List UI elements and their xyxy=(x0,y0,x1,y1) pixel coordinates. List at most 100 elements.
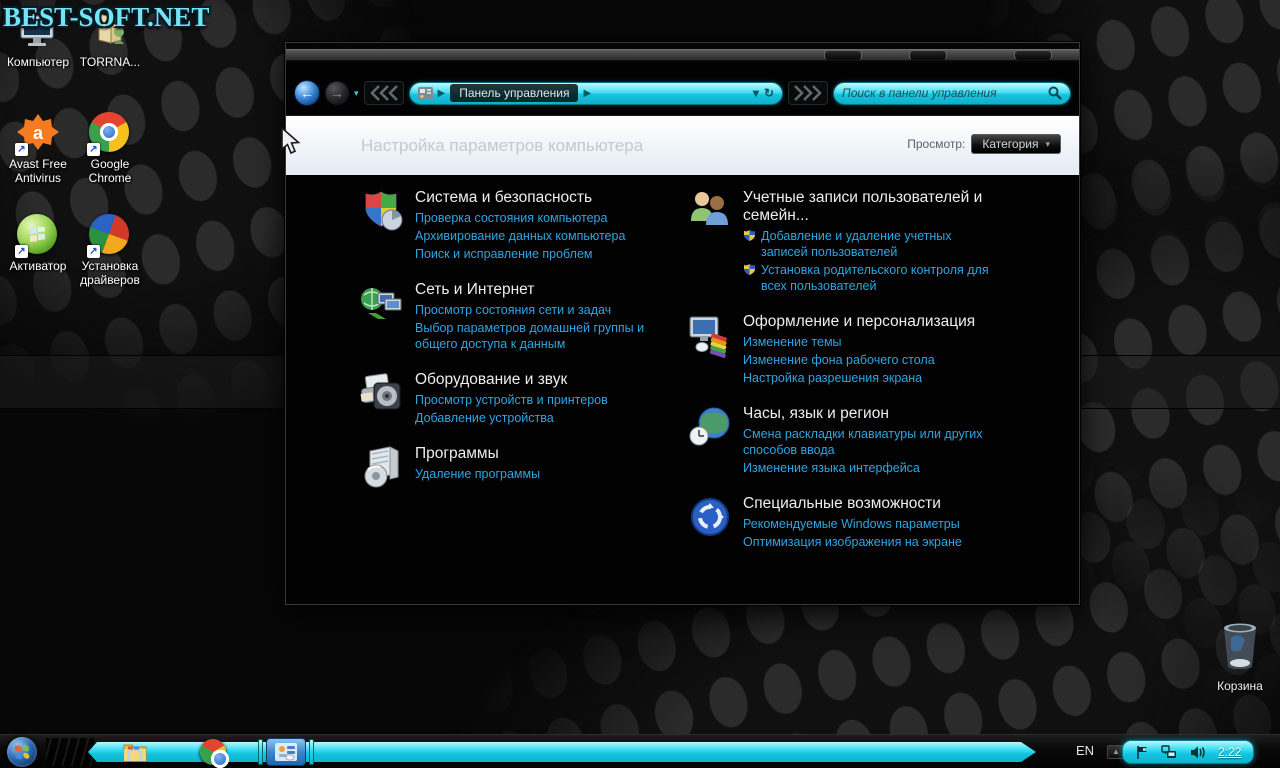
uac-shield-icon xyxy=(744,264,755,275)
category-link[interactable]: Добавление устройства xyxy=(415,410,667,426)
folder-icon xyxy=(123,744,147,762)
category-appearance: Оформление и персонализация Изменение те… xyxy=(686,311,1011,388)
category-link[interactable]: Установка родительского контроля для все… xyxy=(743,262,995,294)
taskbar-decoration xyxy=(46,738,94,766)
programs-icon[interactable] xyxy=(358,443,406,491)
category-link[interactable]: Удаление программы xyxy=(415,466,667,482)
taskbar-clock[interactable]: 2:22 xyxy=(1218,745,1241,759)
shortcut-arrow-icon: ↗ xyxy=(15,143,28,156)
breadcrumb-separator-icon: ▶ xyxy=(437,87,446,99)
recycle-bin[interactable]: Корзина xyxy=(1205,620,1275,693)
category-clock-language: Часы, язык и регион Смена раскладки клав… xyxy=(686,403,1011,478)
breadcrumb-separator-icon: ▶ xyxy=(583,87,592,99)
category-link[interactable]: Изменение темы xyxy=(743,334,995,350)
control-panel-window: ← → ▾ ▶ Панель управления ▶ ▾ ↻ Настройк… xyxy=(285,42,1080,605)
category-title[interactable]: Программы xyxy=(415,445,667,463)
search-input[interactable] xyxy=(842,86,1048,100)
category-link[interactable]: Изменение языка интерфейса xyxy=(743,460,995,476)
uac-shield-icon xyxy=(744,230,755,241)
desktop-icon-chrome[interactable]: ↗ Google Chrome xyxy=(77,112,143,185)
active-button-pipe xyxy=(258,739,263,765)
address-bar[interactable]: ▶ Панель управления ▶ ▾ ↻ xyxy=(408,81,783,105)
hardware-sound-icon[interactable] xyxy=(358,369,406,417)
category-title[interactable]: Система и безопасность xyxy=(415,189,667,207)
category-title[interactable]: Сеть и Интернет xyxy=(415,281,667,299)
ease-of-access-icon[interactable] xyxy=(686,493,734,541)
system-tray: 2:22 xyxy=(1122,740,1254,764)
minimize-button[interactable] xyxy=(824,50,862,60)
view-by-label: Просмотр: xyxy=(907,137,966,151)
category-link[interactable]: Поиск и исправление проблем xyxy=(415,246,667,262)
appearance-personalization-icon[interactable] xyxy=(686,311,734,359)
start-button[interactable] xyxy=(7,737,37,767)
view-by-dropdown[interactable]: Категория ▾ xyxy=(971,134,1061,154)
speaker-icon[interactable] xyxy=(1190,745,1207,760)
forward-button[interactable]: → xyxy=(325,81,349,105)
network-internet-icon[interactable] xyxy=(358,279,406,327)
close-button[interactable] xyxy=(1014,50,1052,60)
clock-language-region-icon[interactable] xyxy=(686,403,734,451)
control-panel-glyph-icon xyxy=(417,86,433,100)
category-title[interactable]: Оборудование и звук xyxy=(415,371,667,389)
category-link[interactable]: Добавление и удаление учетных записей по… xyxy=(743,228,995,260)
category-hardware-sound: Оборудование и звук Просмотр устройств и… xyxy=(358,369,683,428)
taskbar: EN ▲ 2:22 xyxy=(0,734,1280,768)
category-network-internet: Сеть и Интернет Просмотр состояния сети … xyxy=(358,279,683,354)
user-accounts-icon[interactable] xyxy=(686,187,734,235)
category-link[interactable]: Проверка состояния компьютера xyxy=(415,210,667,226)
refresh-button[interactable]: ↻ xyxy=(764,86,774,100)
chevron-down-icon: ▾ xyxy=(1045,138,1050,149)
desktop-icon-activator[interactable]: ↗ Активатор xyxy=(5,214,71,273)
address-dropdown-icon[interactable]: ▾ xyxy=(753,86,759,100)
page-header: Настройка параметров компьютера Просмотр… xyxy=(286,115,1079,175)
page-title: Настройка параметров компьютера xyxy=(361,136,644,155)
category-user-accounts: Учетные записи пользователей и семейн...… xyxy=(686,187,1011,296)
category-title[interactable]: Специальные возможности xyxy=(743,495,995,513)
recent-pages-dropdown-icon[interactable]: ▾ xyxy=(354,88,359,99)
breadcrumb-control-panel[interactable]: Панель управления xyxy=(450,84,579,102)
category-link[interactable]: Выбор параметров домашней группы и общег… xyxy=(415,320,667,352)
back-chevrons-decoration xyxy=(363,81,404,105)
desktop-icon-driver-installer[interactable]: ↗ Установка драйверов xyxy=(77,214,143,287)
desktop-icon-label: Avast Free Antivirus xyxy=(9,157,67,185)
category-link[interactable]: Смена раскладки клавиатуры или других сп… xyxy=(743,426,995,458)
category-title[interactable]: Часы, язык и регион xyxy=(743,405,995,423)
taskbar-explorer-button[interactable] xyxy=(122,739,148,765)
taskbar-chrome-button[interactable] xyxy=(200,739,229,768)
category-link[interactable]: Архивирование данных компьютера xyxy=(415,228,667,244)
category-title[interactable]: Оформление и персонализация xyxy=(743,313,995,331)
search-box[interactable] xyxy=(833,81,1071,105)
maximize-button[interactable] xyxy=(909,50,947,60)
category-link[interactable]: Настройка разрешения экрана xyxy=(743,370,995,386)
category-link[interactable]: Рекомендуемые Windows параметры xyxy=(743,516,995,532)
system-security-icon[interactable] xyxy=(358,187,406,235)
windows-logo-icon xyxy=(14,744,30,760)
category-ease-of-access: Специальные возможности Рекомендуемые Wi… xyxy=(686,493,1011,552)
desktop-icon-avast[interactable]: a ↗ Avast Free Antivirus xyxy=(5,112,71,185)
avast-icon: a ↗ xyxy=(15,112,59,156)
shortcut-arrow-icon: ↗ xyxy=(87,143,100,156)
recycle-bin-label: Корзина xyxy=(1217,679,1263,693)
shortcut-arrow-icon: ↗ xyxy=(87,245,100,258)
taskbar-control-panel-button-active[interactable] xyxy=(258,738,314,766)
desktop-icon-label: TORRNA... xyxy=(79,55,141,69)
back-button[interactable]: ← xyxy=(294,80,320,106)
category-link[interactable]: Просмотр устройств и принтеров xyxy=(415,392,667,408)
window-titlebar[interactable] xyxy=(286,43,1079,63)
category-link[interactable]: Оптимизация изображения на экране xyxy=(743,534,995,550)
action-center-flag-icon[interactable] xyxy=(1135,745,1150,760)
control-panel-icon xyxy=(275,743,297,761)
category-system-security: Система и безопасность Проверка состояни… xyxy=(358,187,683,264)
desktop-icon-label: Установка драйверов xyxy=(80,259,140,287)
category-link[interactable]: Изменение фона рабочего стола xyxy=(743,352,995,368)
category-title[interactable]: Учетные записи пользователей и семейн... xyxy=(743,189,995,225)
category-link[interactable]: Просмотр состояния сети и задач xyxy=(415,302,667,318)
network-icon[interactable] xyxy=(1161,744,1178,760)
language-indicator[interactable]: EN xyxy=(1076,743,1094,758)
shortcut-arrow-icon: ↗ xyxy=(15,245,28,258)
desktop-icon-label: Активатор xyxy=(9,259,67,273)
chrome-icon xyxy=(200,739,229,768)
taskbar-strip xyxy=(88,742,1036,762)
search-icon[interactable] xyxy=(1048,86,1062,100)
driver-installer-icon: ↗ xyxy=(87,214,131,258)
